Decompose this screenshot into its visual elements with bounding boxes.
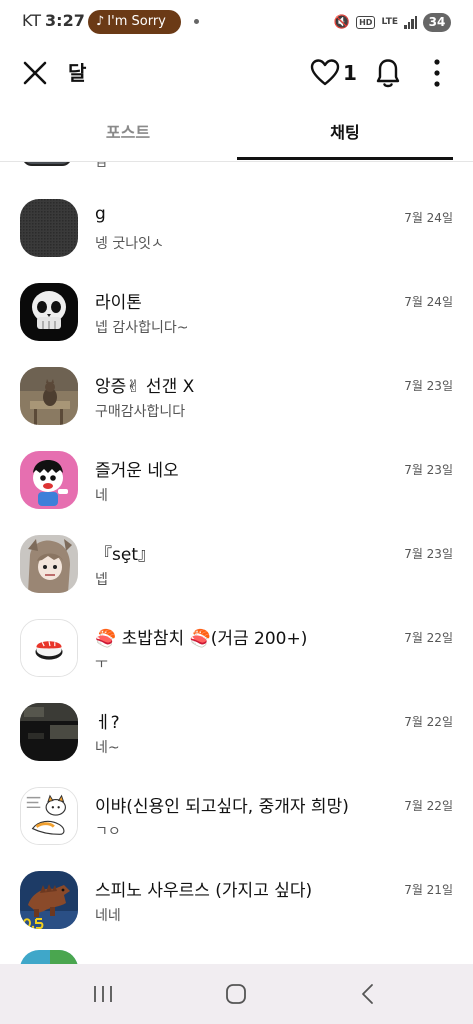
recent-apps-icon[interactable]	[92, 984, 114, 1004]
chat-date: 7월 24일	[404, 211, 453, 225]
header: 달 1	[0, 44, 473, 102]
notification-dot-icon	[194, 19, 199, 24]
chat-date: 7월 24일	[404, 295, 453, 309]
home-icon[interactable]	[225, 983, 247, 1005]
chat-item[interactable]: 🍣 초밥참치 🍣(거금 200+) ㅜ 7월 22일	[0, 619, 473, 703]
chat-date: 7월 23일	[404, 463, 453, 477]
avatar	[20, 950, 78, 964]
bell-icon[interactable]	[372, 56, 404, 90]
tab-chat[interactable]: 채팅	[237, 110, 453, 160]
chat-date: 7월 23일	[404, 379, 453, 393]
avatar	[20, 619, 78, 677]
carrier-label: KT	[22, 11, 42, 30]
back-icon[interactable]	[358, 982, 378, 1006]
chat-item[interactable]: 앙증✌ 선갠 X 구매감사합니다 7월 23일	[0, 367, 473, 451]
more-options-icon[interactable]	[425, 57, 449, 89]
mute-icon: 🔇	[333, 14, 351, 30]
chat-date: 7월 23일	[404, 547, 453, 561]
chat-item[interactable]: 스피노 사우르스 (가지고 싶다) 네네 7월 21일	[0, 871, 473, 955]
chat-name: 🍣 초밥참치 🍣(거금 200+)	[95, 629, 308, 649]
chat-date: 7월 21일	[404, 883, 453, 897]
chat-preview: ㄱㅇ	[95, 824, 121, 840]
chat-preview: ㅂ	[95, 162, 108, 173]
avatar	[20, 787, 78, 845]
chat-name: 라이톤	[95, 293, 142, 313]
battery-icon: 34	[423, 12, 451, 32]
tab-bar: 포스트 채팅	[0, 110, 473, 162]
status-bar: KT 3:27 ♪ I'm Sorry 🔇 HD LTE 34	[0, 0, 473, 44]
music-note-icon: ♪	[96, 14, 105, 29]
chat-date: 7월 22일	[404, 631, 453, 645]
chat-item[interactable]: 이뱌(신용인 되고싶다, 중개자 희망) ㄱㅇ 7월 22일	[0, 787, 473, 871]
chat-item[interactable]: ㅔ? 네~ 7월 22일	[0, 703, 473, 787]
avatar	[20, 283, 78, 341]
avatar	[20, 199, 78, 257]
avatar	[20, 703, 78, 761]
lte-icon: LTE	[381, 16, 398, 27]
heart-icon[interactable]	[310, 58, 340, 88]
chat-date: 7월 22일	[404, 715, 453, 729]
chat-name: 『sȩt』	[95, 545, 155, 565]
chat-name: ㅔ?	[95, 713, 120, 733]
chat-name: 이뱌(신용인 되고싶다, 중개자 희망)	[95, 797, 349, 817]
chat-item[interactable]: 라이톤 넵 감사합니다~ 7월 24일	[0, 283, 473, 367]
chat-name: g	[95, 204, 106, 224]
chat-item[interactable]: 『sȩt』 넵 7월 23일	[0, 535, 473, 619]
status-icons: 🔇 HD LTE 34	[334, 10, 451, 34]
status-carrier-time: KT 3:27	[22, 11, 85, 30]
chat-preview: 넵	[95, 572, 108, 588]
avatar	[20, 535, 78, 593]
chat-list[interactable]: ㅂ g 넹 굿나잇ㅅ 7월 24일 라이톤 넵 감사합니다~ 7월 24일 앙증…	[0, 162, 473, 964]
chat-preview: 네네	[95, 908, 121, 924]
chat-name: 스피노 사우르스 (가지고 싶다)	[95, 881, 313, 901]
now-playing-pill[interactable]: ♪ I'm Sorry	[88, 10, 181, 34]
chat-preview: 네	[95, 488, 108, 504]
close-icon[interactable]	[20, 58, 50, 88]
partial-list-item[interactable]	[0, 950, 473, 964]
avatar	[22, 162, 72, 166]
hd-voice-icon: HD	[356, 15, 376, 29]
clock: 3:27	[45, 11, 85, 30]
chat-name: 즐거운 네오	[95, 461, 179, 481]
chat-name: 앙증✌ 선갠 X	[95, 377, 195, 397]
now-playing-title: I'm Sorry	[107, 14, 166, 29]
chat-preview: 네~	[95, 740, 120, 756]
system-navigation-bar	[0, 964, 473, 1024]
avatar	[20, 367, 78, 425]
avatar	[20, 871, 78, 929]
chat-date: 7월 22일	[404, 799, 453, 813]
page-title: 달	[68, 61, 87, 85]
chat-preview: ㅜ	[95, 656, 108, 672]
partial-list-item[interactable]: ㅂ	[0, 162, 473, 184]
chat-item[interactable]: g 넹 굿나잇ㅅ 7월 24일	[0, 199, 473, 283]
chat-preview: 넵 감사합니다~	[95, 320, 189, 336]
like-count: 1	[343, 61, 357, 85]
tab-posts[interactable]: 포스트	[20, 110, 236, 160]
chat-item[interactable]: 즐거운 네오 네 7월 23일	[0, 451, 473, 535]
signal-icon	[404, 15, 417, 29]
avatar	[20, 451, 78, 509]
chat-preview: 구매감사합니다	[95, 404, 186, 420]
chat-preview: 넹 굿나잇ㅅ	[95, 236, 164, 252]
